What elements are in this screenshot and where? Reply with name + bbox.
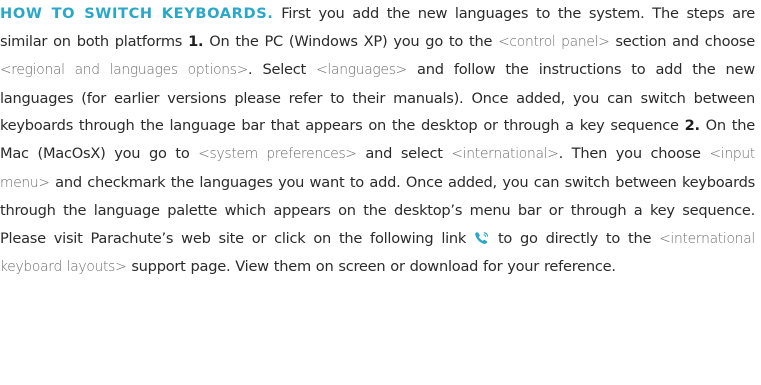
term-system-preferences: <system preferences> [198,145,357,162]
phone-icon[interactable] [474,227,490,244]
section-heading: HOW TO SWITCH KEYBOARDS. [0,5,274,22]
body-text: to go directly to the [490,229,660,247]
step-number-1: 1. [188,32,204,50]
body-text: . Select [248,61,317,79]
step-number-2: 2. [684,117,700,135]
term-international: <international> [451,145,559,162]
body-text: support page. View them on screen or dow… [126,258,616,276]
instructions-paragraph: HOW TO SWITCH KEYBOARDS. First you add t… [0,0,755,282]
term-control-panel: <control panel> [498,33,610,50]
phone-icon-graphic [475,231,489,244]
body-text: . Then you choose [558,144,710,162]
body-text: On the PC (Windows XP) you go to the [203,32,499,50]
term-languages: <languages> [316,62,407,79]
body-text: section and choose [609,32,756,50]
term-regional-options: <regional and languages options> [0,62,249,79]
body-text: and select [356,144,452,162]
